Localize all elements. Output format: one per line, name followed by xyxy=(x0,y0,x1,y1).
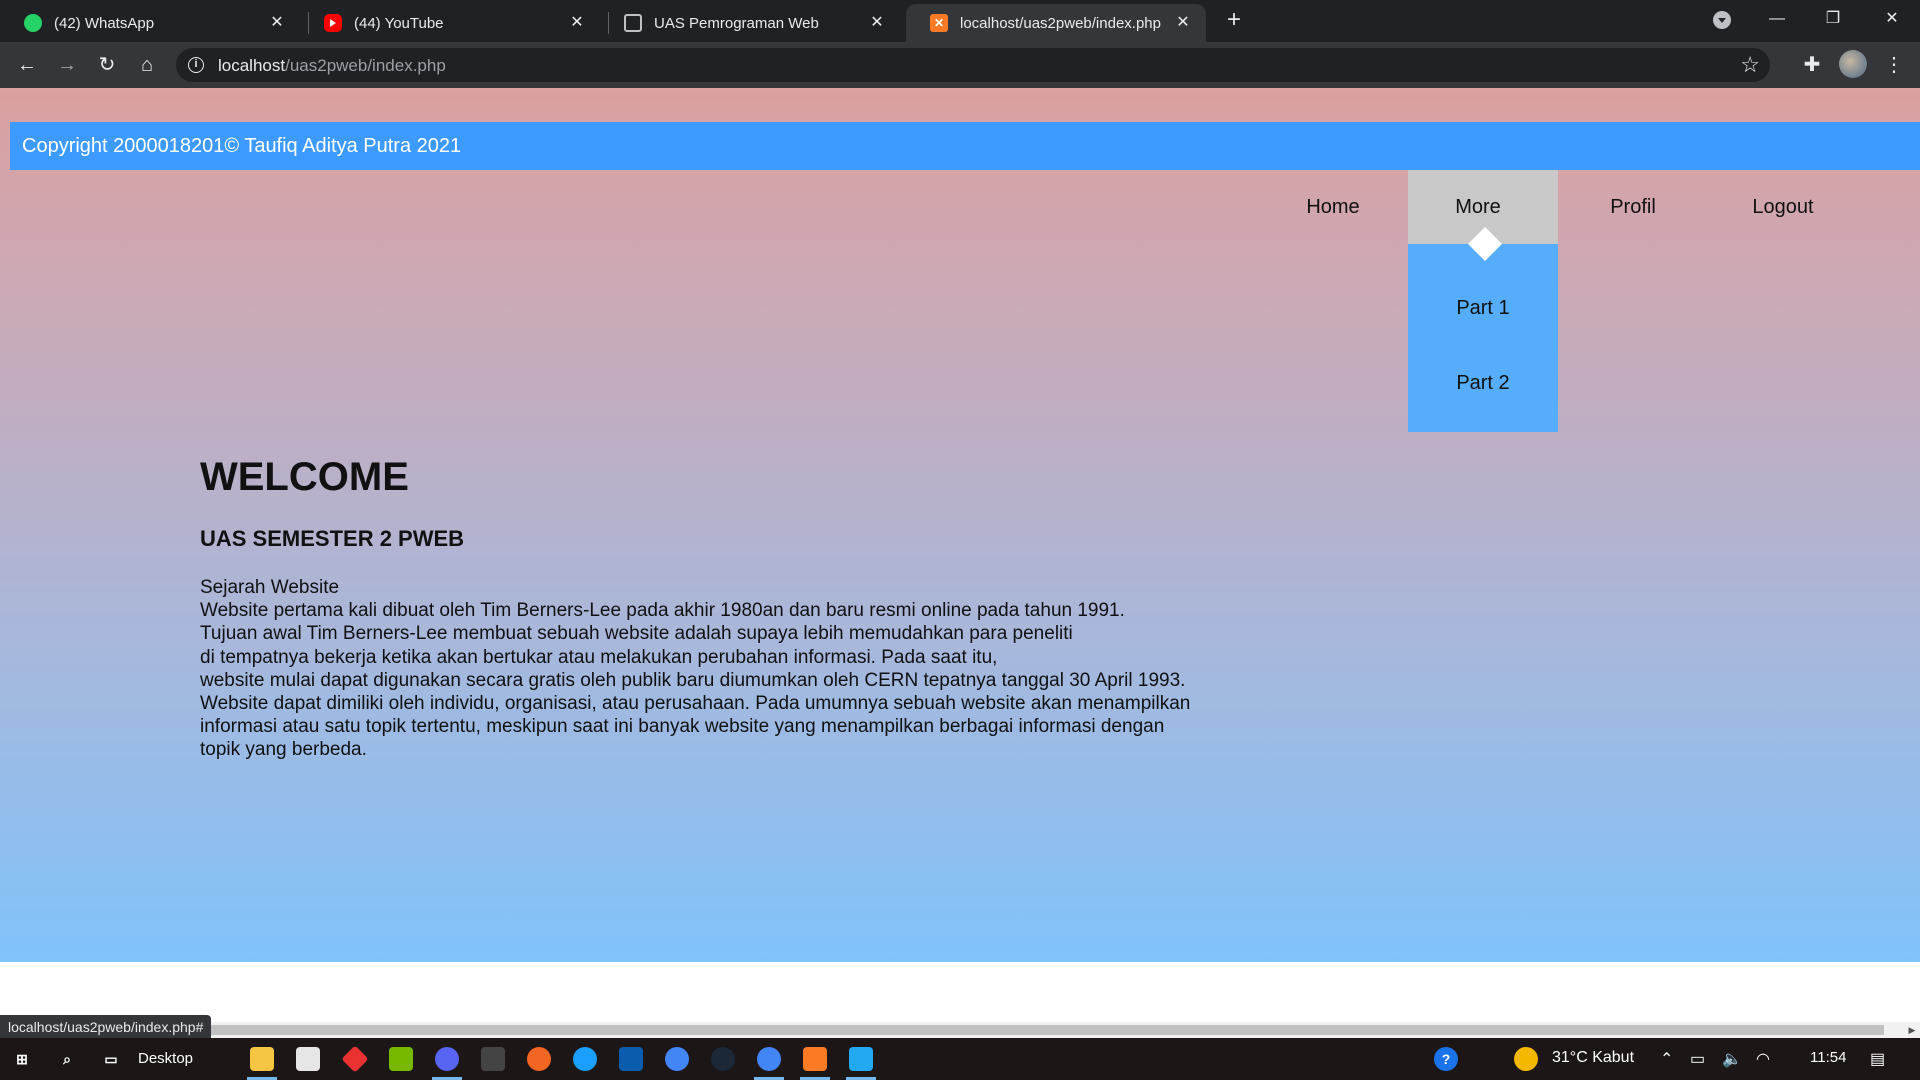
tab-uas-pemrograman-web[interactable]: UAS Pemrograman Web ✕ xyxy=(600,4,900,42)
tray-chevron-icon[interactable]: ⌃ xyxy=(1660,1049,1673,1069)
welcome-heading: WELCOME xyxy=(200,455,409,499)
xampp-taskbar-icon[interactable] xyxy=(803,1047,827,1071)
volume-icon[interactable]: 🔈 xyxy=(1722,1049,1742,1069)
browser-toolbar: ← → ↻ ⌂ i localhost/uas2pweb/index.php ☆… xyxy=(0,42,1920,88)
xampp-icon: ✕ xyxy=(930,14,948,32)
main-content: WELCOME UAS SEMESTER 2 PWEB Sejarah Webs… xyxy=(200,454,1300,762)
body-line: di tempatnya bekerja ketika akan bertuka… xyxy=(200,646,998,668)
submenu-part-1[interactable]: Part 1 xyxy=(1408,278,1558,338)
back-icon[interactable]: ← xyxy=(13,51,41,79)
page-icon xyxy=(624,14,642,32)
body-text: Sejarah Website Website pertama kali dib… xyxy=(200,576,1300,762)
url-host: localhost xyxy=(218,56,286,75)
chrome-icon[interactable] xyxy=(665,1047,689,1071)
chrome-active-icon[interactable] xyxy=(757,1047,781,1071)
discord-icon[interactable] xyxy=(435,1047,459,1071)
weather-icon[interactable] xyxy=(1514,1047,1538,1071)
windows-start-icon[interactable]: ⊞ xyxy=(10,1047,34,1071)
body-line: informasi atau satu topik tertentu, mesk… xyxy=(200,716,1165,738)
menu-icon[interactable]: ⋮ xyxy=(1880,51,1908,79)
address-bar[interactable]: i localhost/uas2pweb/index.php ☆ xyxy=(176,48,1770,82)
nav-home[interactable]: Home xyxy=(1258,170,1408,244)
extensions-icon[interactable]: ✚ xyxy=(1798,51,1826,79)
close-icon[interactable]: ✕ xyxy=(268,14,286,32)
origin-icon[interactable] xyxy=(527,1047,551,1071)
taskbar: ⊞ ⌕ ▭ Desktop ? 31°C Kabut ⌃ ▭ 🔈 ◠ 11:54… xyxy=(0,1038,1920,1080)
page-viewport: Copyright 2000018201© Taufiq Aditya Putr… xyxy=(0,88,1920,1022)
tab-whatsapp[interactable]: (42) WhatsApp ✕ xyxy=(0,4,300,42)
nvidia-icon[interactable] xyxy=(389,1047,413,1071)
url-path: /uas2pweb/index.php xyxy=(285,56,446,75)
restore-icon[interactable]: ❐ xyxy=(1805,0,1861,38)
url-text[interactable]: localhost/uas2pweb/index.php xyxy=(218,56,446,76)
site-info-icon[interactable]: i xyxy=(188,57,204,73)
body-line: Website pertama kali dibuat oleh Tim Ber… xyxy=(200,600,1125,622)
subtitle-heading: UAS SEMESTER 2 PWEB xyxy=(200,526,465,551)
app-icon[interactable] xyxy=(481,1047,505,1071)
notification-icon[interactable]: ▤ xyxy=(1870,1049,1885,1069)
task-view-icon[interactable]: ▭ xyxy=(99,1047,123,1071)
status-url-bubble: localhost/uas2pweb/index.php# xyxy=(0,1015,212,1039)
minimize-icon[interactable]: — xyxy=(1749,0,1805,38)
profile-avatar[interactable] xyxy=(1839,50,1867,78)
weather-text[interactable]: 31°C Kabut xyxy=(1552,1049,1634,1067)
main-nav: Home More Profil Logout xyxy=(0,170,1920,244)
scroll-right-arrow-icon[interactable]: ▶ xyxy=(1906,1024,1918,1036)
desktop-toolbar-label[interactable]: Desktop xyxy=(138,1050,193,1067)
vscode-icon[interactable] xyxy=(849,1047,873,1071)
more-submenu: Part 1 Part 2 xyxy=(1408,244,1558,432)
forward-icon[interactable]: → xyxy=(53,51,81,79)
scrollbar-thumb[interactable] xyxy=(0,1025,1884,1035)
tab-strip: (42) WhatsApp ✕ (44) YouTube ✕ UAS Pemro… xyxy=(0,0,1920,42)
tab-title: localhost/uas2pweb/index.php xyxy=(960,14,1161,32)
body-line: Sejarah Website xyxy=(200,577,340,598)
app-blue-icon[interactable] xyxy=(619,1047,643,1071)
close-icon[interactable]: ✕ xyxy=(868,14,886,32)
tab-title: (44) YouTube xyxy=(354,14,444,32)
youtube-icon xyxy=(324,14,342,32)
uplay-icon[interactable] xyxy=(573,1047,597,1071)
body-line: topik yang berbeda. xyxy=(200,739,367,761)
bookmark-star-icon[interactable]: ☆ xyxy=(1740,52,1760,78)
reload-icon[interactable]: ↻ xyxy=(93,51,121,79)
nav-logout[interactable]: Logout xyxy=(1708,170,1858,244)
store-icon[interactable] xyxy=(296,1047,320,1071)
body-line: Tujuan awal Tim Berners-Lee membuat sebu… xyxy=(200,623,1073,645)
home-icon[interactable]: ⌂ xyxy=(133,51,161,79)
tab-youtube[interactable]: (44) YouTube ✕ xyxy=(300,4,600,42)
file-explorer-icon[interactable] xyxy=(250,1047,274,1071)
tab-localhost[interactable]: ✕ localhost/uas2pweb/index.php ✕ xyxy=(906,4,1206,42)
whatsapp-icon xyxy=(24,14,42,32)
tab-search-icon[interactable] xyxy=(1713,11,1731,29)
horizontal-scrollbar[interactable]: ▶ xyxy=(0,1022,1920,1038)
search-icon[interactable]: ⌕ xyxy=(55,1047,79,1071)
nav-profil[interactable]: Profil xyxy=(1558,170,1708,244)
body-line: Website dapat dimiliki oleh individu, or… xyxy=(200,693,1191,715)
window-close-icon[interactable]: ✕ xyxy=(1864,0,1920,38)
steam-icon[interactable] xyxy=(711,1047,735,1071)
wifi-icon[interactable]: ◠ xyxy=(1756,1049,1770,1069)
app-red-icon[interactable] xyxy=(341,1045,369,1073)
battery-icon[interactable]: ▭ xyxy=(1690,1049,1705,1069)
tab-title: (42) WhatsApp xyxy=(54,14,155,32)
body-line: website mulai dapat digunakan secara gra… xyxy=(200,669,1186,691)
submenu-part-2[interactable]: Part 2 xyxy=(1408,353,1558,413)
new-tab-button[interactable]: + xyxy=(1221,7,1247,33)
close-icon[interactable]: ✕ xyxy=(1174,14,1192,32)
copyright-bar: Copyright 2000018201© Taufiq Aditya Putr… xyxy=(10,122,1920,170)
help-icon[interactable]: ? xyxy=(1434,1047,1458,1071)
clock[interactable]: 11:54 xyxy=(1810,1049,1846,1066)
tab-title: UAS Pemrograman Web xyxy=(654,14,819,32)
close-icon[interactable]: ✕ xyxy=(568,14,586,32)
